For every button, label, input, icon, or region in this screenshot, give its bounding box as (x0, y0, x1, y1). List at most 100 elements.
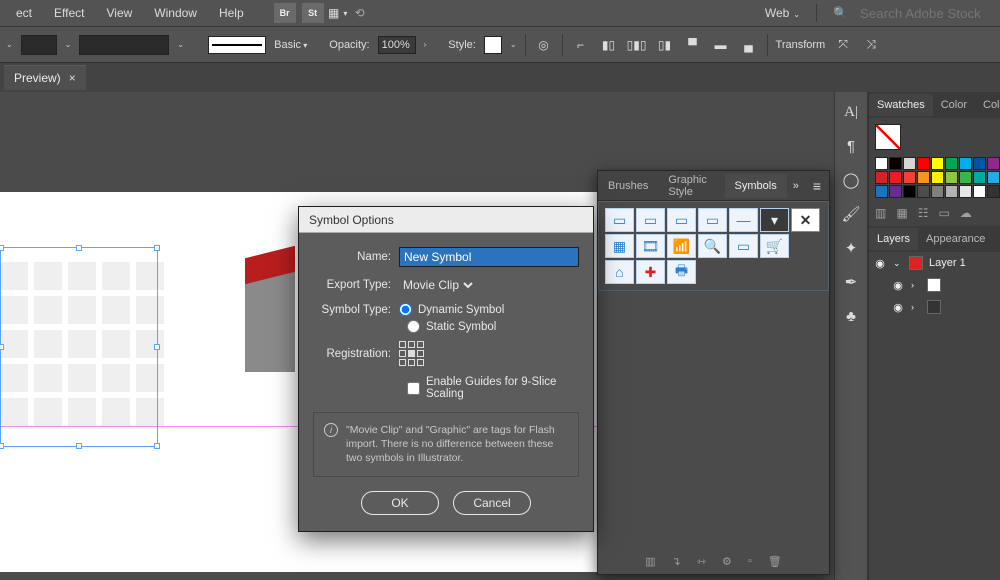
swatch-kind-icon[interactable]: ▦ (896, 206, 907, 220)
export-type-select[interactable]: Movie Clip (399, 277, 476, 293)
swatch[interactable] (903, 185, 916, 198)
cloud-icon[interactable]: ☁ (960, 206, 972, 220)
swatch[interactable] (973, 185, 986, 198)
layer-row[interactable]: ◉ ⌄ Layer 1 (869, 252, 1000, 274)
transform-label[interactable]: Transform (776, 39, 826, 51)
swatch[interactable] (875, 157, 888, 170)
delete-symbol-icon[interactable]: 🗑 (764, 553, 786, 570)
sync-icon[interactable]: ⟲ (350, 3, 370, 23)
recolor-icon[interactable]: ◎ (534, 35, 554, 55)
swatch[interactable] (945, 185, 958, 198)
new-symbol-icon[interactable]: ▫ (744, 553, 756, 570)
misc-panel-icon[interactable]: ♣ (841, 306, 861, 326)
symbol-options-dialog[interactable]: Symbol Options Name: Export Type: Movie … (298, 206, 594, 532)
symbol-item[interactable]: — (729, 208, 758, 232)
layer-row[interactable]: ◉ › (869, 296, 1000, 318)
symbol-close[interactable]: ✕ (791, 208, 820, 232)
swatch[interactable] (931, 185, 944, 198)
tab-swatches[interactable]: Swatches (869, 94, 933, 116)
swatch-options-icon[interactable]: ☷ (918, 206, 929, 220)
swatch[interactable] (903, 157, 916, 170)
close-tab-icon[interactable]: × (69, 71, 76, 85)
wand-panel-icon[interactable]: ✦ (841, 238, 861, 258)
tab-colorguide[interactable]: Color (975, 94, 1000, 116)
panel-menu-icon[interactable]: ≡ (805, 178, 829, 194)
swatch[interactable] (875, 171, 888, 184)
tab-graphic-styles[interactable]: Graphic Style (658, 168, 724, 204)
place-symbol-icon[interactable]: ↴ (668, 553, 685, 570)
pen-panel-icon[interactable]: ✒ (841, 272, 861, 292)
align-right-icon[interactable]: ▯▮ (655, 35, 675, 55)
visibility-icon[interactable]: ◉ (891, 301, 905, 314)
swatch[interactable] (903, 171, 916, 184)
new-group-icon[interactable]: ▭ (938, 206, 949, 220)
opentype-panel-icon[interactable]: ◯ (841, 170, 861, 190)
symbol-item[interactable]: ▭ (667, 208, 696, 232)
stroke-preview[interactable] (208, 36, 266, 54)
dynamic-symbol-radio[interactable] (399, 303, 412, 316)
symbol-library-icon[interactable]: ▥ (641, 553, 659, 570)
layer-row[interactable]: ◉ › (869, 274, 1000, 296)
tab-appearance[interactable]: Appearance (918, 228, 993, 250)
break-link-icon[interactable]: ⇿ (693, 553, 710, 570)
symbol-dropdown[interactable]: ▾ (760, 208, 789, 232)
swatch[interactable] (889, 171, 902, 184)
bridge-icon[interactable]: Br (274, 3, 296, 23)
stock-search-input[interactable] (854, 4, 994, 23)
swatch[interactable] (875, 185, 888, 198)
symbols-panel[interactable]: Brushes Graphic Style Symbols » ≡ ▭ ▭ ▭ … (597, 170, 830, 575)
none-swatch[interactable] (875, 124, 901, 150)
layer-name[interactable]: Layer 1 (929, 257, 966, 269)
align-vcenter-icon[interactable]: ▬ (711, 35, 731, 55)
tab-color[interactable]: Color (933, 94, 975, 116)
paragraph-panel-icon[interactable]: ¶ (841, 136, 861, 156)
align-top-icon[interactable]: ▀ (683, 35, 703, 55)
symbol-print-icon[interactable]: 🖶 (667, 260, 696, 284)
align-left-icon[interactable]: ▮▯ (599, 35, 619, 55)
expand-icon[interactable]: › (911, 302, 921, 312)
symbol-calendar-icon[interactable]: ▦ (605, 234, 634, 258)
tab-symbols[interactable]: Symbols (725, 174, 787, 198)
swatch[interactable] (973, 171, 986, 184)
transform-icon1[interactable]: ⤧ (833, 35, 853, 55)
swatch-library-icon[interactable]: ▥ (875, 206, 886, 220)
visibility-icon[interactable]: ◉ (873, 257, 887, 270)
menu-effect[interactable]: Effect (44, 2, 94, 24)
selection-bounds[interactable] (0, 247, 158, 447)
stroke-swatch[interactable] (79, 35, 169, 55)
symbol-cart-icon[interactable]: 🛒 (760, 234, 789, 258)
swatch[interactable] (987, 185, 1000, 198)
swatch[interactable] (959, 185, 972, 198)
ok-button[interactable]: OK (361, 491, 439, 515)
symbol-options-icon[interactable]: ⚙ (718, 553, 736, 570)
swatch[interactable] (917, 171, 930, 184)
tab-layers[interactable]: Layers (869, 228, 918, 250)
swatch[interactable] (973, 157, 986, 170)
menu-view[interactable]: View (96, 2, 142, 24)
character-panel-icon[interactable]: A| (841, 102, 861, 122)
tab-brushes[interactable]: Brushes (598, 174, 658, 198)
swatch[interactable] (889, 157, 902, 170)
cancel-button[interactable]: Cancel (453, 491, 531, 515)
swatch[interactable] (931, 171, 944, 184)
swatch[interactable] (945, 157, 958, 170)
symbol-home-icon[interactable]: ⌂ (605, 260, 634, 284)
fill-swatch[interactable] (21, 35, 57, 55)
collapse-icon[interactable]: » (787, 180, 805, 192)
symbol-video-icon[interactable]: 🎞 (636, 234, 665, 258)
symbol-search-icon[interactable]: 🔍 (698, 234, 727, 258)
arrange-docs-icon[interactable]: ▦▾ (328, 3, 348, 23)
swatch[interactable] (917, 185, 930, 198)
opacity-input[interactable] (378, 36, 416, 54)
symbol-card-icon[interactable]: ▭ (729, 234, 758, 258)
expand-icon[interactable]: ⌄ (893, 258, 903, 269)
static-symbol-radio[interactable] (407, 320, 420, 333)
symbol-rss-icon[interactable]: 📶 (667, 234, 696, 258)
align-bottom-icon[interactable]: ▄ (739, 35, 759, 55)
swatch[interactable] (959, 157, 972, 170)
symbol-plus-icon[interactable]: ✚ (636, 260, 665, 284)
menu-window[interactable]: Window (144, 2, 207, 24)
swatch[interactable] (889, 185, 902, 198)
registration-grid[interactable] (399, 341, 424, 366)
graphic-style-swatch[interactable] (484, 36, 502, 54)
